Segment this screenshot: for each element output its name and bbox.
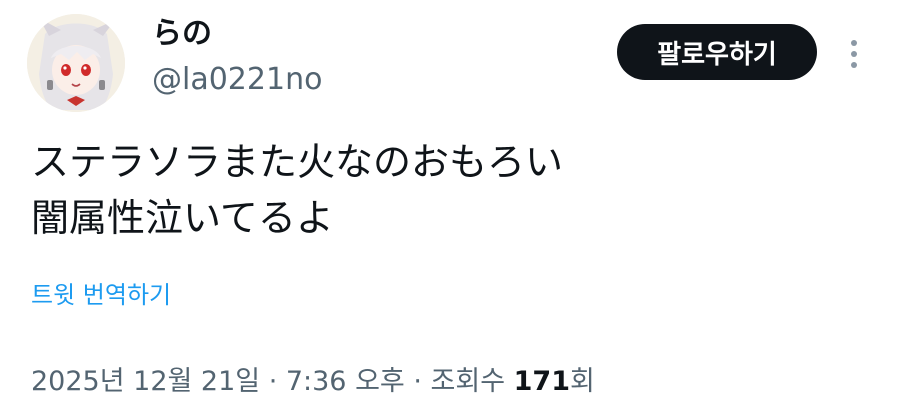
views-count: 171 [513, 366, 571, 397]
translate-tweet-link[interactable]: 트윗 번역하기 [31, 278, 171, 312]
tweet-text: ステラソラまた火なのおもろい 闇属性泣いてるよ [31, 140, 564, 240]
follow-button[interactable]: 팔로우하기 [617, 24, 817, 80]
display-name[interactable]: らの [152, 14, 212, 54]
tweet-meta: 2025년 12월 21일 · 7:36 오후 · 조회수 171회 [31, 362, 595, 402]
views-suffix: 회 [570, 366, 595, 397]
more-vertical-icon[interactable] [838, 34, 870, 74]
user-handle[interactable]: @la0221no [152, 60, 322, 100]
views-label: 조회수 [430, 366, 506, 397]
timestamp[interactable]: 2025년 12월 21일 · 7:36 오후 [31, 366, 405, 397]
avatar[interactable] [27, 14, 125, 112]
meta-separator: · [404, 366, 431, 397]
anime-character-avatar-icon [27, 14, 125, 112]
